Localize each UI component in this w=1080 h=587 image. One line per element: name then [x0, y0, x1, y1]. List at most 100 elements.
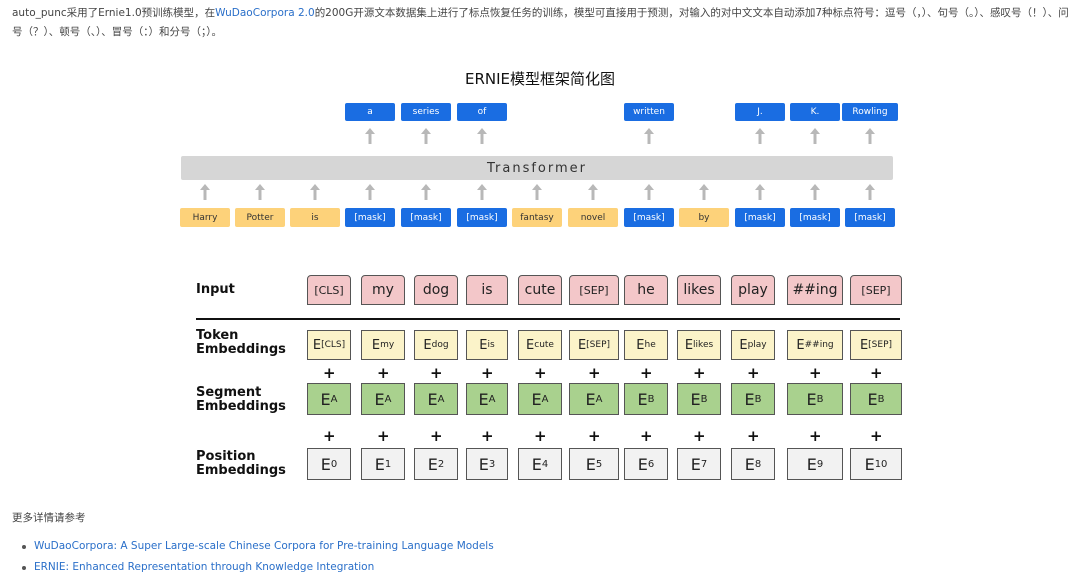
- ref-link-wudaocorpora[interactable]: WuDaoCorpora: A Super Large-scale Chines…: [34, 540, 494, 552]
- plus-icon: +: [481, 364, 494, 382]
- up-arrow-icon: [810, 128, 820, 144]
- ernie-mask-token: [mask]: [845, 208, 895, 227]
- input-token: my: [361, 275, 405, 305]
- segment-embedding: EB: [850, 383, 902, 415]
- up-arrow-icon: [810, 184, 820, 200]
- divider-line: [196, 318, 900, 320]
- up-arrow-icon: [421, 128, 431, 144]
- position-embedding: E8: [731, 448, 775, 480]
- token-embedding: E [SEP]: [850, 330, 902, 360]
- input-token: [SEP]: [569, 275, 619, 305]
- intro-paragraph: auto_punc采用了Ernie1.0预训练模型，在WuDaoCorpora …: [12, 4, 1072, 42]
- plus-icon: +: [588, 427, 601, 445]
- ernie-diagram-title: ERNIE模型框架简化图: [464, 70, 616, 88]
- input-token: he: [624, 275, 668, 305]
- up-arrow-icon: [365, 128, 375, 144]
- plus-icon: +: [377, 364, 390, 382]
- plus-icon: +: [747, 427, 760, 445]
- token-embedding: Ehe: [624, 330, 668, 360]
- position-embedding: E1: [361, 448, 405, 480]
- ernie-input-token: Potter: [235, 208, 285, 227]
- segment-embedding: EB: [624, 383, 668, 415]
- plus-icon: +: [430, 364, 443, 382]
- ref-link-ernie[interactable]: ERNIE: Enhanced Representation through K…: [34, 561, 374, 573]
- up-arrow-icon: [644, 184, 654, 200]
- transformer-bar: Transformer: [181, 156, 893, 180]
- segment-embedding: EA: [361, 383, 405, 415]
- plus-icon: +: [481, 427, 494, 445]
- token-embedding: Eplay: [731, 330, 775, 360]
- ernie-mask-token: [mask]: [624, 208, 674, 227]
- ernie-output-token: K.: [790, 103, 840, 121]
- token-embedding: Emy: [361, 330, 405, 360]
- position-embedding: E2: [414, 448, 458, 480]
- ernie-input-token: is: [290, 208, 340, 227]
- position-embedding: E 10: [850, 448, 902, 480]
- input-token: likes: [677, 275, 721, 305]
- intro-text-1: auto_punc采用了Ernie1.0预训练模型，在: [12, 7, 216, 19]
- token-embedding: E [CLS]: [307, 330, 351, 360]
- up-arrow-icon: [310, 184, 320, 200]
- position-embedding: E6: [624, 448, 668, 480]
- up-arrow-icon: [644, 128, 654, 144]
- up-arrow-icon: [865, 128, 875, 144]
- segment-embedding: EA: [466, 383, 508, 415]
- ernie-output-token: series: [401, 103, 451, 121]
- input-token: [CLS]: [307, 275, 351, 305]
- input-token: ##ing: [787, 275, 843, 305]
- wudao-corpora-link[interactable]: WuDaoCorpora 2.0: [215, 7, 315, 19]
- up-arrow-icon: [588, 184, 598, 200]
- ernie-output-token: J.: [735, 103, 785, 121]
- position-embedding: E4: [518, 448, 562, 480]
- plus-icon: +: [870, 364, 883, 382]
- segment-embedding: EA: [518, 383, 562, 415]
- input-token: play: [731, 275, 775, 305]
- up-arrow-icon: [255, 184, 265, 200]
- ernie-output-token: Rowling: [842, 103, 898, 121]
- ernie-input-token: fantasy: [512, 208, 562, 227]
- input-token: [SEP]: [850, 275, 902, 305]
- token-embedding: E [SEP]: [569, 330, 619, 360]
- plus-icon: +: [693, 364, 706, 382]
- plus-icon: +: [640, 427, 653, 445]
- plus-icon: +: [693, 427, 706, 445]
- position-embedding: E3: [466, 448, 508, 480]
- token-embedding: Ecute: [518, 330, 562, 360]
- position-embedding: E7: [677, 448, 721, 480]
- ernie-mask-token: [mask]: [401, 208, 451, 227]
- ernie-mask-token: [mask]: [345, 208, 395, 227]
- plus-icon: +: [430, 427, 443, 445]
- token-embedding: E ##ing: [787, 330, 843, 360]
- position-embedding: E0: [307, 448, 351, 480]
- ernie-mask-token: [mask]: [735, 208, 785, 227]
- segment-embedding: EB: [731, 383, 775, 415]
- segment-embedding: EB: [787, 383, 843, 415]
- token-embedding: Edog: [414, 330, 458, 360]
- up-arrow-icon: [532, 184, 542, 200]
- up-arrow-icon: [477, 184, 487, 200]
- input-token: is: [466, 275, 508, 305]
- plus-icon: +: [323, 364, 336, 382]
- ernie-output-token: of: [457, 103, 507, 121]
- up-arrow-icon: [865, 184, 875, 200]
- plus-icon: +: [870, 427, 883, 445]
- plus-icon: +: [640, 364, 653, 382]
- list-item: ERNIE: Enhanced Representation through K…: [22, 557, 494, 578]
- segment-embedding: EB: [677, 383, 721, 415]
- token-embedding: Eis: [466, 330, 508, 360]
- input-token: cute: [518, 275, 562, 305]
- ernie-output-token: written: [624, 103, 674, 121]
- up-arrow-icon: [421, 184, 431, 200]
- plus-icon: +: [588, 364, 601, 382]
- up-arrow-icon: [365, 184, 375, 200]
- ernie-mask-token: [mask]: [457, 208, 507, 227]
- plus-icon: +: [323, 427, 336, 445]
- plus-icon: +: [809, 427, 822, 445]
- ernie-output-token: a: [345, 103, 395, 121]
- plus-icon: +: [534, 364, 547, 382]
- segment-embedding: EA: [414, 383, 458, 415]
- plus-icon: +: [534, 427, 547, 445]
- position-embedding: E5: [569, 448, 619, 480]
- input-token: dog: [414, 275, 458, 305]
- up-arrow-icon: [755, 184, 765, 200]
